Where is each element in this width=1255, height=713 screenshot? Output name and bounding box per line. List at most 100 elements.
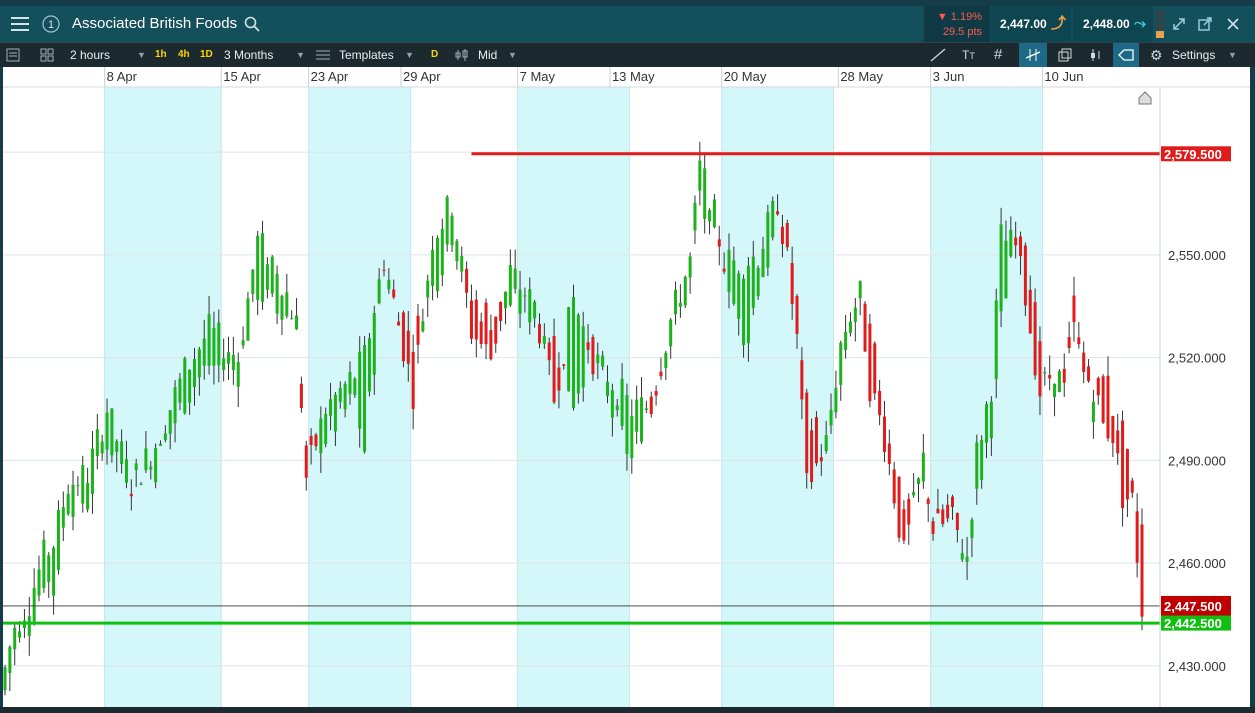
range-caret-icon[interactable]: ▼ (296, 43, 305, 67)
copy-icon[interactable] (1058, 43, 1072, 67)
candle-down (951, 496, 954, 507)
candle-up (353, 378, 357, 395)
price-chart[interactable]: 8 Apr 15 Apr 23 Apr 29 Apr 7 May 13 May 20 May… (3, 67, 1250, 707)
candle-up (674, 289, 678, 315)
tag-icon[interactable] (1113, 43, 1139, 67)
candle-up (445, 196, 449, 245)
candle-up (542, 336, 546, 344)
candle-up (756, 267, 760, 297)
candle-up (610, 390, 614, 418)
y-tick-label: 2,490.000 (1168, 453, 1226, 468)
sell-price-button[interactable]: 2,447.00 ⤴ (991, 6, 1071, 42)
preset-1h[interactable]: 1h (155, 43, 167, 67)
gear-icon[interactable]: ⚙ (1150, 43, 1163, 67)
preset-4h[interactable]: 4h (178, 43, 190, 67)
candle-up (251, 269, 255, 294)
candle-down (795, 296, 799, 334)
candle-down (780, 226, 784, 245)
chart-area[interactable]: 8 Apr 15 Apr 23 Apr 29 Apr 7 May 13 May 20 May… (3, 67, 1250, 707)
templates-menu[interactable]: Templates (339, 43, 394, 67)
candle-up (105, 412, 109, 450)
candle-up (848, 321, 852, 333)
candle-up (426, 280, 430, 298)
close-icon[interactable] (1222, 6, 1244, 42)
candle-up (664, 352, 668, 369)
candle-up (178, 378, 182, 403)
expand-icon[interactable] (1168, 6, 1190, 42)
draw-line-icon[interactable] (930, 43, 952, 67)
candle-up (246, 298, 250, 341)
candle-up (727, 249, 731, 292)
candle-up (513, 268, 517, 289)
candle-up (1009, 229, 1013, 257)
candle-up (640, 397, 644, 442)
menu-icon[interactable] (3, 6, 37, 42)
candle-up (460, 255, 464, 272)
candle-up (61, 507, 65, 528)
candle-up (358, 351, 362, 429)
candle-up (732, 260, 736, 304)
candle-down (1087, 366, 1091, 382)
candle-up (100, 441, 104, 454)
preset-1d[interactable]: 1D (200, 43, 213, 67)
candle-down (1111, 415, 1115, 444)
candle-down (314, 434, 318, 447)
candle-up (3, 667, 7, 691)
x-tick-label: 29 Apr (403, 69, 441, 84)
candle-up (693, 202, 697, 231)
grid-icon[interactable]: # (994, 43, 1002, 67)
interval-select[interactable]: 2 hours (70, 43, 110, 67)
candle-down (654, 391, 658, 396)
candle-down (586, 342, 590, 350)
d-toggle[interactable]: D (431, 43, 438, 67)
candle-up (999, 224, 1003, 312)
candle-up (921, 452, 925, 482)
candle-down (926, 499, 930, 505)
candle-down (1048, 375, 1052, 379)
list-icon[interactable] (6, 43, 28, 67)
layout-icon[interactable] (40, 43, 62, 67)
candle-up (834, 387, 838, 413)
popout-icon[interactable] (1194, 6, 1216, 42)
buy-price-button[interactable]: 2,448.00 ⤳ (1073, 6, 1153, 42)
search-icon[interactable] (240, 6, 264, 42)
candle-down (1135, 511, 1139, 563)
candle-up (742, 278, 746, 345)
candle-up (222, 358, 226, 370)
candle-down (1077, 337, 1081, 345)
price-change-box: ▼ 1.19% 29.5 pts (924, 6, 990, 42)
price-type-select[interactable]: Mid (478, 43, 497, 67)
candle-up (372, 313, 376, 375)
templates-caret-icon[interactable]: ▼ (405, 43, 414, 67)
candle-up (503, 291, 507, 309)
candle-up (567, 307, 571, 392)
candle-up (8, 646, 12, 673)
candle-up (576, 314, 580, 394)
crosshair-toggle-icon[interactable] (1019, 43, 1047, 67)
settings-caret-icon[interactable]: ▼ (1228, 43, 1237, 67)
candle-up (1091, 401, 1095, 423)
candle-up (52, 547, 56, 596)
text-tool-icon[interactable]: TT (962, 43, 975, 67)
candle-up (615, 405, 619, 411)
candle-type-icon[interactable] (1089, 43, 1103, 67)
candle-down (814, 417, 818, 464)
week-band (104, 67, 222, 707)
candle-up (751, 256, 755, 308)
candle-up (440, 228, 444, 276)
candle-down (1121, 420, 1125, 509)
chart-toolbar: 2 hours ▼ 1h 4h 1D 3 Months ▼ Templates … (0, 42, 1255, 67)
candle-up (261, 233, 265, 302)
y-tick-label: 2,430.000 (1168, 659, 1226, 674)
settings-menu[interactable]: Settings (1172, 43, 1215, 67)
candle-up (387, 279, 391, 290)
price-type-caret-icon[interactable]: ▼ (508, 43, 517, 67)
candle-down (907, 498, 911, 525)
interval-caret-icon[interactable]: ▼ (137, 43, 146, 67)
y-tick-label: 2,520.000 (1168, 351, 1226, 366)
link-group-badge[interactable]: 1 (40, 6, 62, 42)
range-select[interactable]: 3 Months (224, 43, 273, 67)
candle-up (683, 276, 687, 306)
candle-up (766, 212, 770, 268)
candle-down (392, 289, 396, 298)
